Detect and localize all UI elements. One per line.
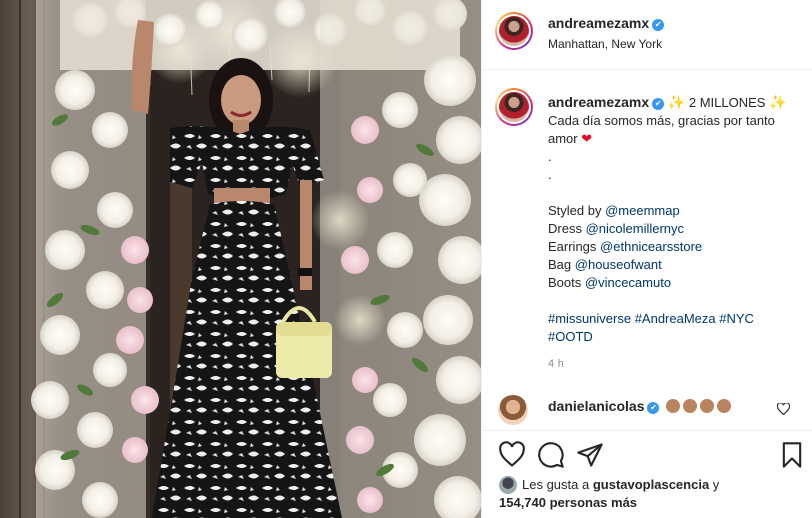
hashtags-line-1[interactable]: #missuniverse #AndreaMeza #NYC [548, 310, 802, 328]
verified-badge-icon: ✔ [652, 19, 665, 31]
liker-username-link[interactable]: gustavoplascencia [593, 477, 709, 492]
likes-and: y [712, 477, 720, 492]
mention-houseofwant[interactable]: @houseofwant [575, 257, 662, 272]
caption-line-1: Cada día somos más, gracias por tanto [548, 113, 775, 128]
red-heart-icon: ❤ [581, 131, 593, 146]
bookmark-icon[interactable] [778, 441, 806, 469]
bag-label: Bag [548, 257, 572, 272]
caption-headline: 2 MILLONES [688, 95, 766, 110]
sparkles-icon: ✨ [667, 94, 686, 110]
heart-outline-icon[interactable] [498, 441, 526, 469]
styled-label: Styled by [548, 203, 602, 218]
clap-icon [666, 399, 681, 413]
post-header: andreamezamx ✔ Manhattan, New York [482, 0, 812, 70]
clap-icon [700, 399, 715, 413]
mention-meemmap[interactable]: @meemmap [605, 203, 680, 218]
caption-username-link[interactable]: andreamezamx [548, 94, 649, 110]
sparkles-icon: ✨ [769, 94, 787, 110]
post-timestamp[interactable]: 4 h [548, 358, 564, 370]
post-photo[interactable] [0, 0, 481, 518]
clap-icon [717, 399, 732, 413]
comment-item: danielanicolas ✔ [495, 394, 802, 425]
boots-label: Boots [548, 275, 582, 290]
commenter-avatar[interactable] [498, 395, 528, 425]
dress-label: Dress [548, 221, 582, 236]
caption-dot: . [548, 167, 552, 182]
verified-badge-icon: ✔ [647, 402, 660, 414]
speech-bubble-icon[interactable] [537, 441, 565, 469]
caption-dot: . [548, 149, 552, 164]
mention-ethnicearsstore[interactable]: @ethnicearsstore [600, 239, 702, 254]
caption-line-2: amor [548, 131, 578, 146]
earrings-label: Earrings [548, 239, 597, 254]
post-side-panel: andreamezamx ✔ Manhattan, New York andrea… [481, 0, 812, 518]
photo-artwork [0, 0, 481, 518]
author-username-link[interactable]: andreamezamx ✔ [548, 15, 665, 31]
caption-text: andreamezamx ✔ ✨ 2 MILLONES ✨ Cada día so… [548, 93, 802, 346]
mention-nicolemillernyc[interactable]: @nicolemillernyc [586, 221, 684, 236]
commenter-username-link[interactable]: danielanicolas [548, 398, 644, 414]
paper-plane-icon[interactable] [576, 441, 604, 469]
clapping-emoji-group [663, 398, 732, 414]
mention-vincecamuto[interactable]: @vincecamuto [585, 275, 671, 290]
clap-icon [683, 399, 698, 413]
hashtags-line-2[interactable]: #OOTD [548, 328, 802, 346]
post-actions-bar [482, 430, 812, 480]
post-caption: andreamezamx ✔ ✨ 2 MILLONES ✨ Cada día so… [495, 88, 802, 378]
post-location-link[interactable]: Manhattan, New York [548, 37, 662, 51]
likes-count-link[interactable]: 154,740 personas más [499, 495, 637, 510]
verified-badge-icon: ✔ [652, 98, 665, 110]
likes-prefix: Les gusta a [522, 477, 590, 492]
liker-avatar[interactable] [499, 476, 517, 494]
comment-like-heart-icon[interactable] [777, 403, 790, 415]
caption-avatar[interactable] [495, 88, 533, 126]
likes-summary: Les gusta a gustavoplascencia y 154,740 … [499, 476, 719, 512]
author-avatar[interactable] [495, 12, 533, 50]
